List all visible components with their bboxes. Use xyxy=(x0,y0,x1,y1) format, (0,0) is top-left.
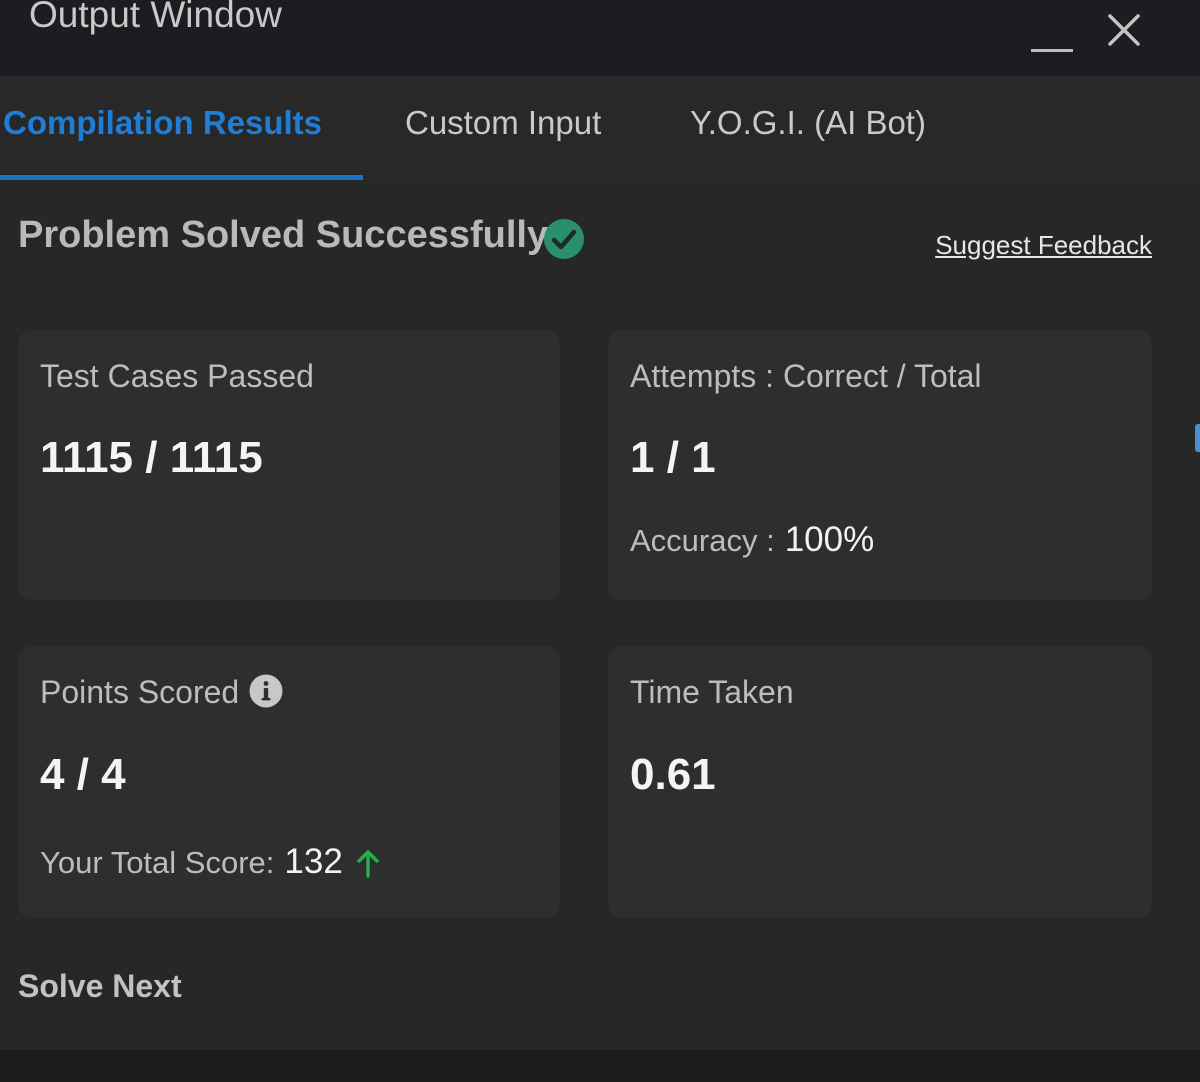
test-cases-card: Test Cases Passed 1115 / 1115 xyxy=(18,330,560,600)
scroll-edge-marker xyxy=(1195,424,1200,452)
accuracy-value: 100% xyxy=(784,520,875,559)
points-label: Points Scored xyxy=(40,674,240,710)
accuracy-row: Accuracy : 100% xyxy=(630,520,874,560)
up-arrow-icon xyxy=(355,848,381,878)
check-circle-icon xyxy=(543,218,585,260)
total-score-label: Your Total Score: xyxy=(40,845,275,880)
window-title: Output Window xyxy=(29,0,282,35)
time-value: 0.61 xyxy=(630,750,716,799)
status-title: Problem Solved Successfully xyxy=(18,214,549,256)
points-value: 4 / 4 xyxy=(40,750,126,799)
suggest-feedback-link[interactable]: Suggest Feedback xyxy=(935,230,1152,261)
solve-next-heading[interactable]: Solve Next xyxy=(18,968,182,1005)
bottom-bar xyxy=(0,1050,1200,1082)
attempts-value: 1 / 1 xyxy=(630,433,716,482)
attempts-label: Attempts : Correct / Total xyxy=(630,358,982,394)
status-row: Problem Solved Successfully Suggest Feed… xyxy=(0,184,1200,294)
active-tab-indicator xyxy=(0,175,363,180)
test-cases-label: Test Cases Passed xyxy=(40,358,314,394)
attempts-card: Attempts : Correct / Total 1 / 1 Accurac… xyxy=(608,330,1152,600)
title-bar: Output Window xyxy=(0,0,1200,76)
time-label: Time Taken xyxy=(630,674,794,710)
tab-bar: Compilation Results Custom Input Y.O.G.I… xyxy=(0,76,1200,184)
minimize-icon[interactable] xyxy=(1031,30,1073,52)
accuracy-label: Accuracy : xyxy=(630,523,775,558)
points-label-row: Points Scored xyxy=(40,674,283,711)
test-cases-value: 1115 / 1115 xyxy=(40,433,263,482)
points-card: Points Scored 4 / 4 Your Total Score: 132 xyxy=(18,646,560,918)
tab-compilation-results[interactable]: Compilation Results xyxy=(3,104,322,142)
tab-custom-input[interactable]: Custom Input xyxy=(405,104,601,142)
total-score-value: 132 xyxy=(284,842,343,881)
total-score-row: Your Total Score: 132 xyxy=(40,842,381,882)
info-icon[interactable] xyxy=(249,674,283,708)
tab-yogi-ai-bot[interactable]: Y.O.G.I. (AI Bot) xyxy=(690,104,926,142)
close-icon[interactable] xyxy=(1104,10,1144,50)
time-card: Time Taken 0.61 xyxy=(608,646,1152,918)
